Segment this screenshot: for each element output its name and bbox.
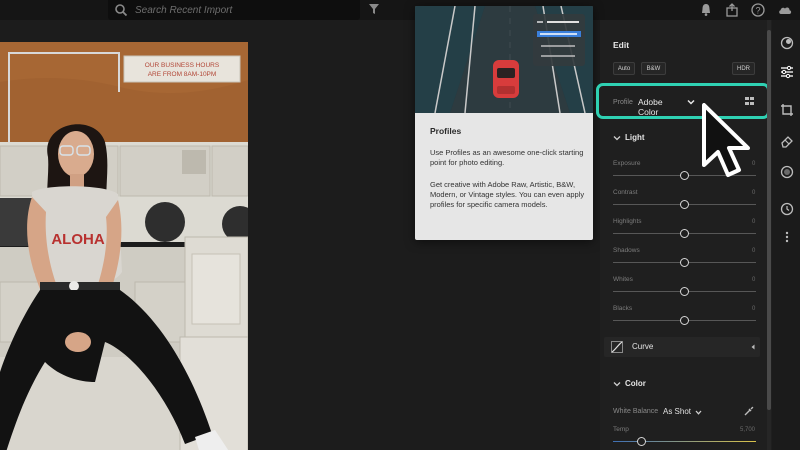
top-bar: Search Recent Import ? <box>0 0 800 20</box>
popup-description-2: Get creative with Adobe Raw, Artistic, B… <box>430 180 585 209</box>
main-photo[interactable]: OUR BUSINESS HOURS ARE FROM 8AM-10PM ALO… <box>0 42 248 450</box>
panel-scrollbar-thumb[interactable] <box>767 30 771 410</box>
lightroom-window: Search Recent Import ? OUR BUSINESS HOUR… <box>0 0 800 450</box>
auto-button[interactable]: Auto <box>613 62 635 75</box>
shadows-value: 0 <box>752 248 756 254</box>
exposure-label: Exposure <box>613 160 641 167</box>
profiles-tooltip: Profiles Use Profiles as an awesome one-… <box>415 6 593 240</box>
shadows-slider-thumb[interactable] <box>680 258 689 267</box>
cloud-icon[interactable] <box>777 2 793 18</box>
color-chevron-down-icon[interactable] <box>613 380 621 388</box>
hdr-button[interactable]: HDR <box>732 62 755 75</box>
temp-label: Temp <box>613 426 629 433</box>
temp-slider-thumb[interactable] <box>637 437 647 446</box>
contrast-label: Contrast <box>613 189 638 196</box>
search-icon <box>115 4 128 17</box>
masking-icon[interactable] <box>780 165 794 179</box>
popup-description-1: Use Profiles as an awesome one-click sta… <box>430 148 584 167</box>
search-input[interactable]: Search Recent Import <box>135 5 232 16</box>
profiles-preview-image <box>415 6 593 113</box>
curve-label: Curve <box>632 342 654 351</box>
whites-slider-thumb[interactable] <box>680 287 689 296</box>
profile-chevron-down-icon[interactable] <box>687 98 695 106</box>
contrast-value: 0 <box>752 190 756 196</box>
profile-label: Profile <box>613 99 633 106</box>
blacks-label: Blacks <box>613 305 633 312</box>
curve-section[interactable]: Curve <box>604 337 760 357</box>
eyedropper-icon[interactable] <box>743 405 755 417</box>
filter-icon[interactable] <box>368 3 380 15</box>
edit-panel-title: Edit <box>613 40 630 50</box>
profile-select[interactable]: Adobe Color <box>638 97 663 117</box>
bell-icon[interactable] <box>698 2 714 18</box>
more-options-icon[interactable] <box>780 230 794 244</box>
share-icon[interactable] <box>724 2 740 18</box>
light-chevron-down-icon[interactable] <box>613 134 621 142</box>
healing-eraser-icon[interactable] <box>780 134 794 148</box>
highlights-slider-thumb[interactable] <box>680 229 689 238</box>
contrast-slider-thumb[interactable] <box>680 200 689 209</box>
crop-icon[interactable] <box>780 103 794 117</box>
whites-value: 0 <box>752 277 756 283</box>
bw-button[interactable]: B&W <box>641 62 666 75</box>
white-balance-select[interactable]: As Shot <box>663 407 691 416</box>
temp-value: 5,700 <box>740 427 756 433</box>
white-balance-label: White Balance <box>613 408 659 415</box>
mouse-cursor-icon <box>702 103 750 177</box>
shirt-text: ALOHA <box>51 231 104 248</box>
sign-text-line1: OUR BUSINESS HOURS <box>145 62 220 69</box>
search-box[interactable]: Search Recent Import <box>108 0 360 20</box>
blacks-value: 0 <box>752 306 756 312</box>
edit-sliders-icon[interactable] <box>780 65 794 79</box>
curve-icon <box>611 341 623 353</box>
blacks-slider-thumb[interactable] <box>680 316 689 325</box>
exposure-slider-thumb[interactable] <box>680 171 689 180</box>
white-balance-chevron-down-icon[interactable] <box>695 409 702 416</box>
color-section-title[interactable]: Color <box>625 379 646 388</box>
svg-text:?: ? <box>755 5 760 15</box>
whites-label: Whites <box>613 276 633 283</box>
popup-title: Profiles <box>430 126 462 136</box>
highlights-label: Highlights <box>613 218 642 225</box>
history-icon[interactable] <box>780 202 794 216</box>
presets-icon[interactable] <box>780 36 794 50</box>
curve-chevron-left-icon[interactable] <box>750 343 756 351</box>
temp-slider-track[interactable] <box>613 441 756 442</box>
highlights-value: 0 <box>752 219 756 225</box>
help-icon[interactable]: ? <box>750 2 766 18</box>
light-section-title[interactable]: Light <box>625 133 645 142</box>
sign-text-line2: ARE FROM 8AM-10PM <box>148 71 217 78</box>
shadows-label: Shadows <box>613 247 640 254</box>
